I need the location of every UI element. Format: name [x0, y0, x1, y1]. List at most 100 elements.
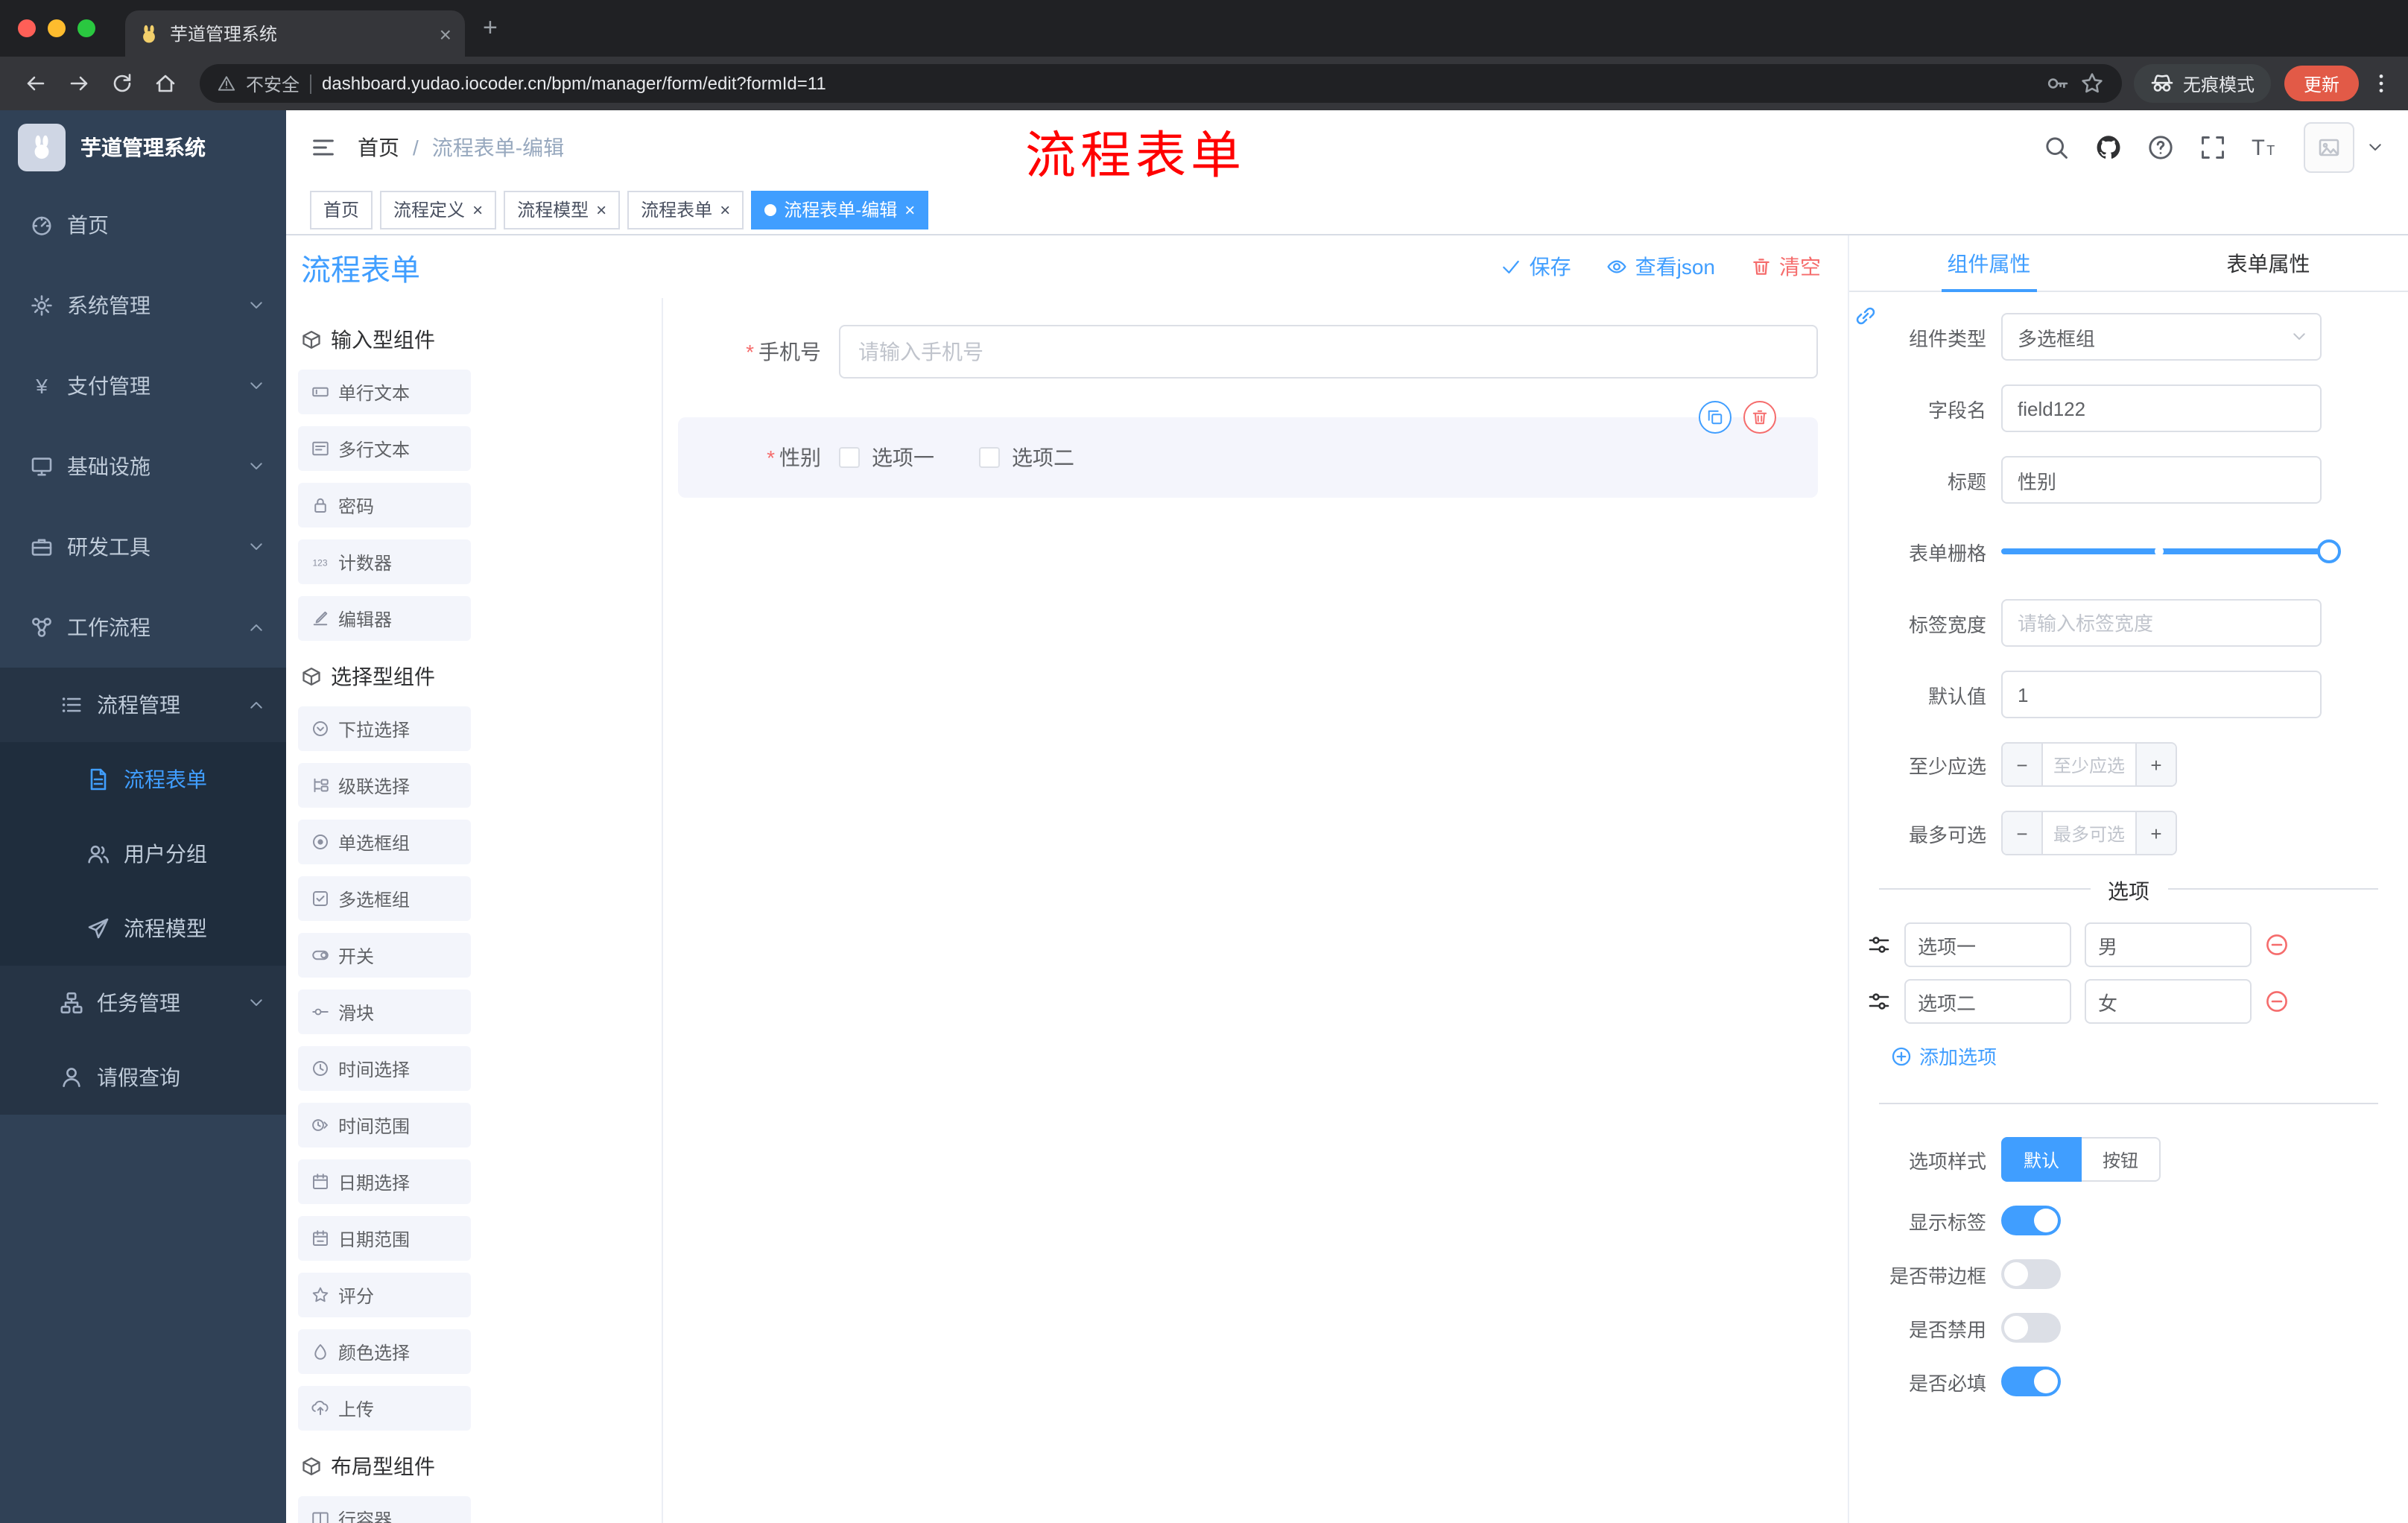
increase-button[interactable]: + — [2137, 812, 2176, 854]
delete-field-button[interactable] — [1743, 401, 1776, 434]
max-select-value[interactable]: 最多可选 — [2041, 812, 2137, 854]
palette-item-date-range[interactable]: 日期范围 — [298, 1216, 471, 1261]
gender-option-1-checkbox[interactable]: 选项一 — [839, 443, 934, 472]
slider-handle[interactable] — [2317, 539, 2341, 563]
tag-home[interactable]: 首页 — [310, 190, 373, 229]
palette-item-radio-group[interactable]: 单选框组 — [298, 820, 471, 864]
drag-handle-icon[interactable] — [1867, 990, 1891, 1013]
tag-close-icon[interactable]: × — [720, 200, 730, 218]
browser-menu-icon[interactable] — [2369, 72, 2393, 95]
sidebar-item-task-management[interactable]: 任务管理 — [0, 966, 286, 1040]
palette-item-slider[interactable]: 滑块 — [298, 990, 471, 1034]
tab-component-props[interactable]: 组件属性 — [1849, 235, 2129, 291]
canvas-field-gender[interactable]: * 性别 选项一 选项二 — [678, 401, 1818, 498]
tag-process-form-edit[interactable]: 流程表单-编辑 × — [751, 190, 929, 229]
not-secure-warning-icon[interactable] — [218, 75, 235, 92]
window-minimize-button[interactable] — [48, 19, 66, 37]
option-1-label-input[interactable] — [1904, 922, 2071, 967]
tag-close-icon[interactable]: × — [904, 200, 915, 218]
sidebar-item-dev-tools[interactable]: 研发工具 — [0, 507, 286, 587]
min-select-value[interactable]: 至少应选 — [2041, 744, 2137, 785]
palette-item-switch[interactable]: 开关 — [298, 933, 471, 978]
label-width-input[interactable] — [2001, 599, 2322, 647]
style-default-button[interactable]: 默认 — [2001, 1137, 2082, 1182]
new-tab-button[interactable]: + — [483, 13, 498, 43]
palette-item-row-container[interactable]: 行容器 — [298, 1496, 471, 1523]
style-button-button[interactable]: 按钮 — [2082, 1137, 2161, 1182]
font-size-icon[interactable]: TT — [2252, 134, 2278, 161]
sidebar-item-system[interactable]: 系统管理 — [0, 265, 286, 346]
with-border-switch[interactable] — [2001, 1259, 2061, 1289]
help-icon[interactable] — [2147, 134, 2174, 161]
palette-item-single-line-text[interactable]: 单行文本 — [298, 370, 471, 414]
avatar[interactable] — [2304, 122, 2354, 173]
sidebar-item-infrastructure[interactable]: 基础设施 — [0, 426, 286, 507]
palette-item-select[interactable]: 下拉选择 — [298, 706, 471, 751]
browser-tab[interactable]: 芋道管理系统 × — [125, 10, 465, 57]
avatar-caret-icon[interactable] — [2366, 139, 2384, 156]
palette-item-checkbox-group[interactable]: 多选框组 — [298, 876, 471, 921]
home-button[interactable] — [153, 72, 177, 95]
add-option-link[interactable]: 添加选项 — [1891, 1042, 2408, 1070]
tag-process-form[interactable]: 流程表单 × — [627, 190, 744, 229]
palette-item-time-range[interactable]: 时间范围 — [298, 1103, 471, 1147]
palette-item-upload[interactable]: 上传 — [298, 1386, 471, 1431]
save-button[interactable]: 保存 — [1501, 252, 1571, 282]
form-grid-slider[interactable] — [2001, 528, 2341, 575]
bookmark-star-icon[interactable] — [2080, 72, 2104, 95]
tab-close-icon[interactable]: × — [440, 22, 452, 45]
palette-item-counter[interactable]: 123 计数器 — [298, 539, 471, 584]
palette-item-time-picker[interactable]: 时间选择 — [298, 1046, 471, 1091]
increase-button[interactable]: + — [2137, 744, 2176, 785]
field-name-input[interactable] — [2001, 384, 2322, 432]
option-1-value-input[interactable] — [2085, 922, 2252, 967]
tab-form-props[interactable]: 表单属性 — [2129, 235, 2408, 291]
github-icon[interactable] — [2095, 134, 2122, 161]
tag-process-definition[interactable]: 流程定义 × — [380, 190, 497, 229]
sidebar-item-leave-query[interactable]: 请假查询 — [0, 1040, 286, 1115]
search-icon[interactable] — [2043, 134, 2070, 161]
sidebar-item-workflow[interactable]: 工作流程 — [0, 587, 286, 668]
gender-option-2-checkbox[interactable]: 选项二 — [979, 443, 1074, 472]
window-zoom-button[interactable] — [77, 19, 95, 37]
palette-item-password[interactable]: 密码 — [298, 483, 471, 528]
option-2-value-input[interactable] — [2085, 979, 2252, 1024]
sidebar-item-process-form[interactable]: 流程表单 — [0, 742, 286, 817]
decrease-button[interactable]: − — [2003, 812, 2041, 854]
palette-item-date-picker[interactable]: 日期选择 — [298, 1159, 471, 1204]
decrease-button[interactable]: − — [2003, 744, 2041, 785]
palette-item-rate[interactable]: 评分 — [298, 1273, 471, 1317]
sidebar-item-process-model[interactable]: 流程模型 — [0, 891, 286, 966]
address-bar[interactable]: 不安全 dashboard.yudao.iocoder.cn/bpm/manag… — [200, 64, 2122, 103]
default-value-input[interactable] — [2001, 671, 2322, 718]
back-button[interactable] — [23, 72, 47, 95]
sidebar-item-process-management[interactable]: 流程管理 — [0, 668, 286, 742]
remove-option-button[interactable] — [2265, 990, 2289, 1013]
phone-input[interactable] — [839, 325, 1818, 379]
tag-close-icon[interactable]: × — [596, 200, 606, 218]
link-icon[interactable] — [1854, 304, 1878, 328]
palette-item-color-picker[interactable]: 颜色选择 — [298, 1329, 471, 1374]
fullscreen-icon[interactable] — [2199, 134, 2226, 161]
breadcrumb-home[interactable]: 首页 — [358, 133, 399, 162]
menu-fold-icon[interactable] — [310, 134, 337, 161]
tag-process-model[interactable]: 流程模型 × — [504, 190, 621, 229]
reload-button[interactable] — [110, 72, 133, 95]
sidebar-item-payment[interactable]: ¥ 支付管理 — [0, 346, 286, 426]
clear-button[interactable]: 清空 — [1751, 252, 1821, 282]
browser-update-button[interactable]: 更新 — [2284, 66, 2359, 101]
disabled-switch[interactable] — [2001, 1313, 2061, 1343]
required-switch[interactable] — [2001, 1367, 2061, 1396]
password-key-icon[interactable] — [2046, 72, 2070, 95]
sidebar-item-user-group[interactable]: 用户分组 — [0, 817, 286, 891]
window-close-button[interactable] — [18, 19, 36, 37]
palette-item-multi-line-text[interactable]: 多行文本 — [298, 426, 471, 471]
view-json-button[interactable]: 查看json — [1607, 252, 1715, 282]
forward-button[interactable] — [66, 72, 90, 95]
sidebar-item-home[interactable]: 首页 — [0, 185, 286, 265]
title-input[interactable] — [2001, 456, 2322, 504]
show-label-switch[interactable] — [2001, 1206, 2061, 1235]
remove-option-button[interactable] — [2265, 933, 2289, 957]
copy-field-button[interactable] — [1699, 401, 1731, 434]
option-2-label-input[interactable] — [1904, 979, 2071, 1024]
